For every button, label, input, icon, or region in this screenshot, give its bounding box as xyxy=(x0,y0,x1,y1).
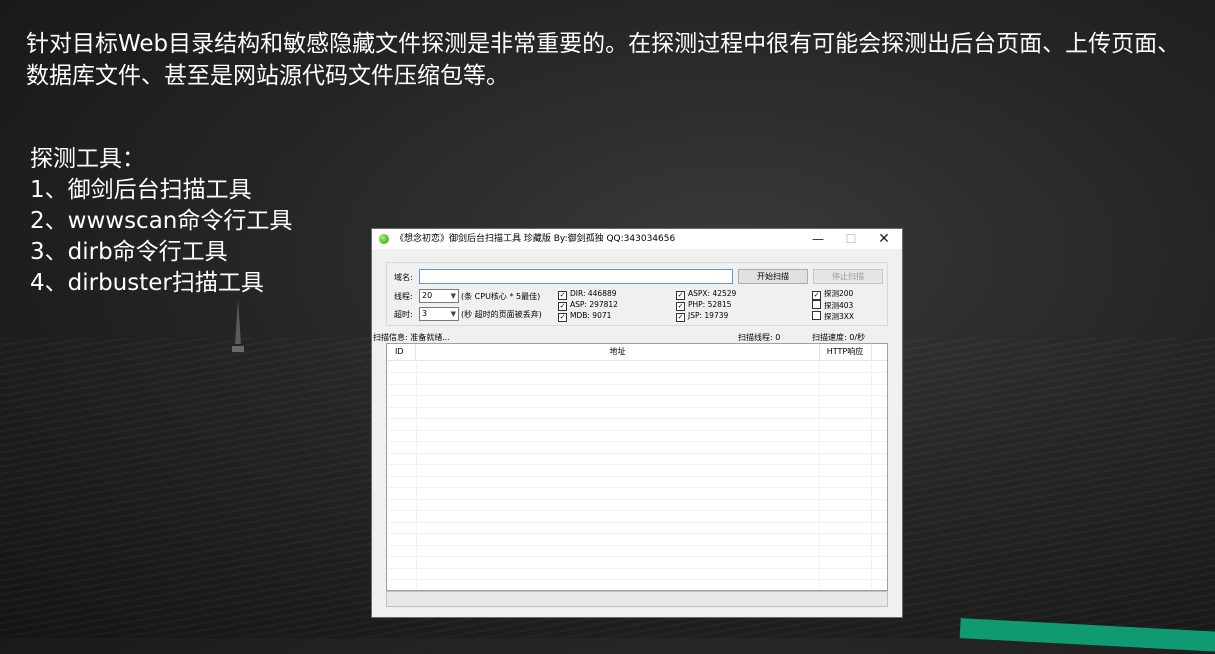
app-icon xyxy=(379,234,389,244)
table-row xyxy=(387,522,887,534)
checkbox-checked-icon: ✓ xyxy=(558,313,567,322)
probe-403-checkbox[interactable]: 探测403 xyxy=(812,300,853,310)
table-row xyxy=(387,476,887,488)
table-row xyxy=(387,557,887,569)
tools-heading: 探测工具： xyxy=(30,146,145,172)
table-row xyxy=(387,407,887,419)
table-row xyxy=(387,361,887,373)
table-row xyxy=(387,545,887,557)
table-row xyxy=(387,442,887,454)
close-button[interactable]: ✕ xyxy=(868,229,900,249)
dict-asp-checkbox[interactable]: ✓ ASP: 297812 xyxy=(558,300,618,311)
checkbox-checked-icon: ✓ xyxy=(676,291,685,300)
window-title: 《想念初恋》御剑后台扫描工具 珍藏版 By:御剑孤独 QQ:343034656 xyxy=(395,234,676,244)
table-row xyxy=(387,373,887,385)
scan-speed: 扫描速度: 0/秒 xyxy=(812,333,866,342)
checkbox-empty-icon xyxy=(812,300,821,309)
checkbox-checked-icon: ✓ xyxy=(676,313,685,322)
table-row xyxy=(387,568,887,580)
domain-label: 域名: xyxy=(394,273,413,282)
table-row xyxy=(387,534,887,546)
column-header-address[interactable]: 地址 xyxy=(416,344,820,360)
timeout-select[interactable]: 3 ▼ xyxy=(419,307,459,321)
checkbox-empty-icon xyxy=(812,311,821,320)
title-bar[interactable]: 《想念初恋》御剑后台扫描工具 珍藏版 By:御剑孤独 QQ:343034656 … xyxy=(372,229,902,249)
table-row xyxy=(387,488,887,500)
scan-info: 扫描信息: 准备就绪... xyxy=(373,333,450,342)
column-header-http[interactable]: HTTP响应 xyxy=(819,344,872,360)
table-row xyxy=(387,580,887,591)
timeout-value: 3 xyxy=(422,309,428,318)
table-row xyxy=(387,430,887,442)
table-row xyxy=(387,384,887,396)
table-row xyxy=(387,465,887,477)
sailboat-image xyxy=(232,300,244,352)
dict-jsp-checkbox[interactable]: ✓ JSP: 19739 xyxy=(676,311,728,322)
threads-label: 线程: xyxy=(394,292,413,301)
scanner-window: 《想念初恋》御剑后台扫描工具 珍藏版 By:御剑孤独 QQ:343034656 … xyxy=(372,229,902,617)
dict-dir-checkbox[interactable]: ✓ DIR: 446889 xyxy=(558,289,617,300)
table-row xyxy=(387,453,887,465)
table-row xyxy=(387,419,887,431)
threads-select[interactable]: 20 ▼ xyxy=(419,289,459,303)
dict-php-checkbox[interactable]: ✓ PHP: 52815 xyxy=(676,300,731,311)
chevron-down-icon: ▼ xyxy=(450,310,456,318)
tool-item: 4、dirbuster扫描工具 xyxy=(30,270,264,296)
tool-item: 1、御剑后台扫描工具 xyxy=(30,177,252,203)
table-row xyxy=(387,499,887,511)
scan-threads: 扫描线程: 0 xyxy=(738,333,781,342)
maximize-button[interactable]: ☐ xyxy=(835,229,867,249)
dict-mdb-checkbox[interactable]: ✓ MDB: 9071 xyxy=(558,311,611,322)
tools-list: 探测工具： 1、御剑后台扫描工具 2、wwwscan命令行工具 3、dirb命令… xyxy=(30,144,292,299)
start-scan-button[interactable]: 开始扫描 xyxy=(738,269,808,284)
table-header: ID 地址 HTTP响应 xyxy=(387,344,887,361)
stop-scan-button[interactable]: 停止扫描 xyxy=(813,269,883,284)
intro-text: 针对目标Web目录结构和敏感隐藏文件探测是非常重要的。在探测过程中很有可能会探测… xyxy=(26,31,1181,89)
minimize-button[interactable]: — xyxy=(802,229,834,249)
table-row xyxy=(387,511,887,523)
checkbox-checked-icon: ✓ xyxy=(676,302,685,311)
tool-item: 2、wwwscan命令行工具 xyxy=(30,208,293,234)
probe-3xx-checkbox[interactable]: 探测3XX xyxy=(812,311,854,321)
timeout-hint: (秒 超时的页面被丢弃) xyxy=(461,310,542,319)
probe-200-checkbox[interactable]: ✓ 探测200 xyxy=(812,289,853,300)
checkbox-checked-icon: ✓ xyxy=(558,302,567,311)
checkbox-checked-icon: ✓ xyxy=(812,291,821,300)
threads-value: 20 xyxy=(422,291,433,300)
column-header-id[interactable]: ID xyxy=(387,344,416,360)
chevron-down-icon: ▼ xyxy=(450,292,456,300)
status-bar xyxy=(386,591,888,607)
table-row xyxy=(387,396,887,408)
timeout-label: 超时: xyxy=(394,310,413,319)
domain-input[interactable] xyxy=(419,269,733,284)
results-table[interactable]: ID 地址 HTTP响应 xyxy=(386,343,888,591)
checkbox-checked-icon: ✓ xyxy=(558,291,567,300)
threads-hint: (条 CPU核心 * 5最佳) xyxy=(461,292,541,301)
dict-aspx-checkbox[interactable]: ✓ ASPX: 42529 xyxy=(676,289,736,300)
tool-item: 3、dirb命令行工具 xyxy=(30,239,228,265)
